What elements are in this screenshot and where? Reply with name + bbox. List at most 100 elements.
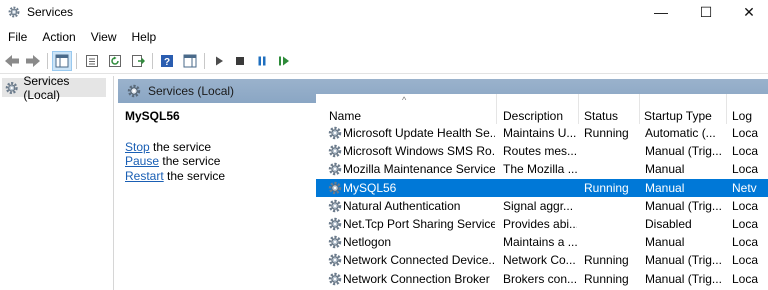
table-row[interactable]: Netlogon Maintains a ... Manual Loca	[316, 233, 768, 251]
action-text: the service	[149, 140, 212, 154]
restart-service-button[interactable]	[274, 51, 294, 71]
restart-action: Restart the service	[125, 169, 225, 183]
cell-startup-type: Disabled	[645, 217, 692, 231]
cell-name: Network Connection Broker	[343, 271, 490, 286]
toolbar-separator	[204, 53, 205, 69]
maximize-button[interactable]: ☐	[683, 0, 729, 24]
cell-startup-type: Manual	[645, 162, 685, 177]
cell-status: Running	[584, 126, 629, 140]
start-service-icon	[216, 56, 223, 66]
column-header-name[interactable]: ^ Name	[316, 94, 497, 124]
start-service-button[interactable]	[209, 51, 229, 71]
cell-startup-type: Manual (Trig...	[645, 144, 722, 159]
service-gear-icon	[328, 126, 342, 140]
cell-name: MySQL56	[343, 180, 397, 195]
menu-view[interactable]: View	[83, 27, 124, 47]
forward-button[interactable]	[23, 51, 43, 71]
table-row[interactable]: MySQL56 Running Manual Netv	[316, 178, 768, 197]
cell-log-on-as: Loca	[732, 217, 759, 231]
refresh-button[interactable]	[105, 51, 125, 71]
cell-description: Brokers con...	[503, 271, 577, 286]
table-row[interactable]: Microsoft Windows SMS Ro... Routes mes...…	[316, 142, 768, 160]
table-row[interactable]: Net.Tcp Port Sharing Service Provides abi…	[316, 215, 768, 233]
menu-bar: File Action View Help	[0, 27, 163, 47]
cell-description: Provides abi...	[503, 217, 577, 231]
cell-log-on-as: Loca	[732, 271, 759, 286]
menu-help[interactable]: Help	[124, 27, 164, 47]
cell-description: Routes mes...	[503, 144, 577, 159]
column-header-status[interactable]: Status	[579, 94, 640, 124]
action-text: the service	[163, 169, 226, 183]
back-button[interactable]	[2, 51, 22, 71]
column-header-label: Log	[732, 109, 753, 123]
service-description-panel: MySQL56 Stop the service Pause the servi…	[118, 103, 316, 290]
service-gear-icon	[328, 272, 342, 285]
pane-header-title: Services (Local)	[148, 84, 235, 98]
services-gear-icon	[5, 81, 18, 94]
toolbar-separator	[152, 53, 153, 69]
services-gear-icon	[127, 84, 141, 98]
pause-service-button[interactable]	[252, 51, 272, 71]
menu-action[interactable]: Action	[34, 27, 82, 47]
table-row[interactable]: Network Connection Broker Brokers con... R…	[316, 270, 768, 288]
table-row[interactable]: Network Connected Device... Network Co...…	[316, 251, 768, 269]
cell-status: Running	[584, 180, 629, 195]
refresh-icon	[109, 55, 121, 67]
stop-service-link[interactable]: Stop	[125, 140, 150, 154]
close-button[interactable]: ✕	[726, 0, 768, 24]
service-gear-icon	[328, 181, 342, 194]
help-button[interactable]: ?	[157, 51, 177, 71]
svg-text:?: ?	[164, 57, 170, 68]
show-hide-action-pane-button[interactable]	[180, 51, 200, 71]
toolbar: ?	[0, 48, 768, 74]
tree-item-label: Services (Local)	[23, 73, 70, 102]
export-list-button[interactable]	[128, 51, 148, 71]
cell-log-on-as: Loca	[732, 162, 759, 177]
cell-description: Maintains a ...	[503, 235, 577, 250]
column-header-log-on-as[interactable]: Log	[727, 94, 768, 124]
cell-description: Maintains U...	[503, 126, 577, 140]
selected-service-name: MySQL56	[125, 109, 180, 123]
column-header-startup-type[interactable]: Startup Type	[640, 94, 727, 124]
stop-service-button[interactable]	[230, 51, 250, 71]
pause-service-link[interactable]: Pause	[125, 154, 159, 168]
restart-service-link[interactable]: Restart	[125, 169, 164, 183]
cell-name: Net.Tcp Port Sharing Service	[343, 217, 495, 231]
table-row[interactable]: Natural Authentication Signal aggr... Manu…	[316, 197, 768, 215]
properties-button[interactable]	[82, 51, 102, 71]
toolbar-separator	[47, 53, 48, 69]
pause-service-icon	[258, 56, 266, 66]
table-row[interactable]: Microsoft Update Health Se... Maintains U…	[316, 124, 768, 142]
cell-name: Natural Authentication	[343, 198, 461, 213]
cell-log-on-as: Loca	[732, 144, 759, 159]
console-tree: Services (Local)	[0, 74, 114, 290]
cell-startup-type: Manual (Trig...	[645, 253, 722, 268]
pause-action: Pause the service	[125, 154, 220, 168]
column-header-label: Description	[503, 109, 564, 123]
minimize-button[interactable]: —	[638, 0, 684, 24]
table-row[interactable]: Mozilla Maintenance Service The Mozilla .…	[316, 160, 768, 178]
services-table: ^ Name Description Status Startup Type L…	[316, 94, 768, 290]
show-hide-console-tree-button[interactable]	[52, 51, 72, 71]
service-gear-icon	[328, 199, 342, 212]
properties-icon	[86, 55, 98, 67]
cell-startup-type: Manual	[645, 180, 685, 195]
export-list-icon	[132, 55, 145, 67]
column-header-label: Status	[584, 109, 619, 123]
cell-name: Microsoft Windows SMS Ro...	[343, 144, 495, 159]
help-icon: ?	[161, 55, 173, 68]
cell-status: Running	[584, 253, 629, 268]
menu-file[interactable]: File	[0, 27, 34, 47]
column-header-label: Name	[329, 109, 362, 123]
cell-name: Network Connected Device...	[343, 253, 495, 268]
service-gear-icon	[328, 144, 342, 158]
tree-item-services-local[interactable]: Services (Local)	[2, 74, 106, 102]
cell-status: Running	[584, 271, 629, 286]
column-header-description[interactable]: Description	[497, 94, 579, 124]
cell-description: Signal aggr...	[503, 198, 574, 213]
content-pane: Services (Local) MySQL56 Stop the servic…	[118, 76, 768, 290]
show-hide-action-pane-icon	[183, 54, 197, 68]
cell-log-on-as: Loca	[732, 126, 759, 140]
window-title: Services	[27, 5, 74, 19]
show-hide-console-tree-icon	[55, 54, 69, 68]
